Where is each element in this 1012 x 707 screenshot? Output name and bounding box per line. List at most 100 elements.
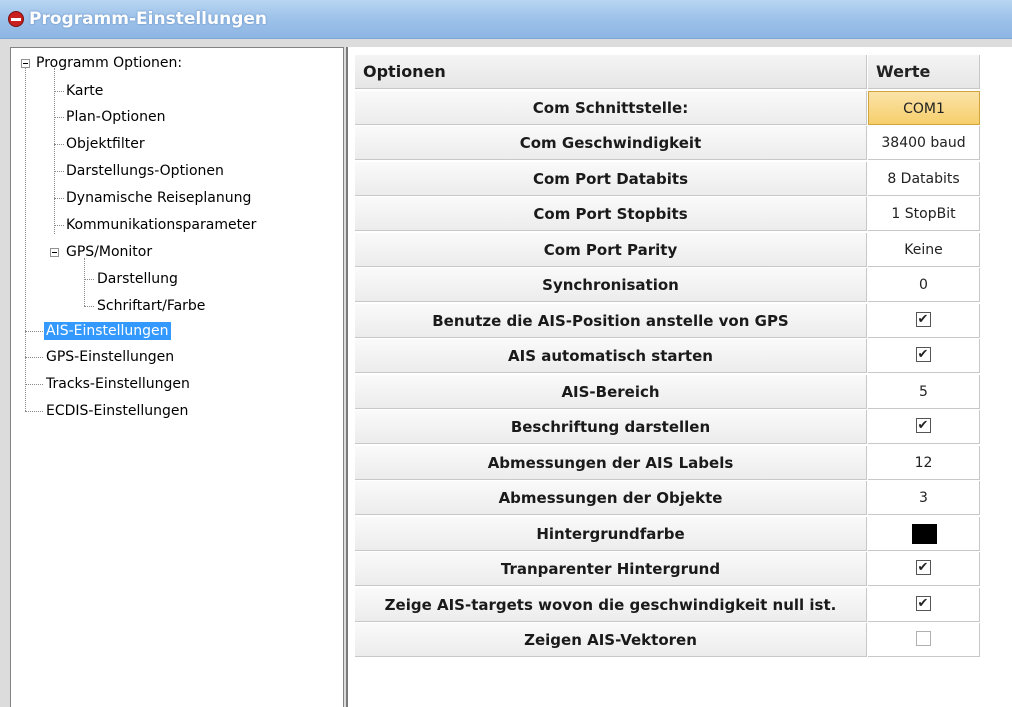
setting-row[interactable]: Benutze die AIS-Position anstelle von GP… bbox=[355, 304, 986, 339]
tree-item-gps-monitor[interactable]: GPS/Monitor bbox=[64, 241, 154, 263]
tree-item-objektfilter[interactable]: Objektfilter bbox=[64, 133, 147, 155]
setting-label: Abmessungen der AIS Labels bbox=[355, 446, 867, 480]
setting-row[interactable]: Abmessungen der AIS Labels 12 bbox=[355, 446, 986, 481]
setting-row[interactable]: Com Geschwindigkeit 38400 baud bbox=[355, 126, 986, 161]
checkbox-checked[interactable]: ✔ bbox=[915, 347, 931, 362]
setting-row[interactable]: Tranparenter Hintergrund ✔ bbox=[355, 552, 986, 587]
setting-row[interactable]: Com Port Parity Keine bbox=[355, 233, 986, 268]
tree-item-label: Darstellung bbox=[97, 271, 178, 287]
tree-line bbox=[25, 357, 43, 358]
setting-label: Com Port Stopbits bbox=[355, 197, 867, 231]
tree-item-label: Dynamische Reiseplanung bbox=[66, 190, 252, 206]
setting-row[interactable]: Beschriftung darstellen ✔ bbox=[355, 410, 986, 445]
checkbox-checked[interactable]: ✔ bbox=[915, 596, 931, 611]
checkbox-checked[interactable]: ✔ bbox=[915, 312, 931, 327]
setting-value-cell[interactable]: ✔ bbox=[868, 339, 980, 373]
header-values[interactable]: Werte bbox=[868, 55, 980, 89]
setting-value-cell[interactable]: ✔ bbox=[868, 304, 980, 338]
setting-value[interactable]: 38400 baud bbox=[868, 126, 980, 160]
setting-value[interactable]: Keine bbox=[868, 233, 980, 267]
setting-row[interactable]: Zeige AIS-targets wovon die geschwindigk… bbox=[355, 588, 986, 623]
setting-value[interactable]: 3 bbox=[868, 481, 980, 515]
setting-value-cell[interactable]: ✔ bbox=[868, 588, 980, 622]
setting-row[interactable]: Hintergrundfarbe bbox=[355, 517, 986, 552]
tree-item-label: AIS-Einstellungen bbox=[44, 322, 171, 340]
setting-value-cell[interactable]: ✔ bbox=[868, 552, 980, 586]
setting-row[interactable]: Abmessungen der Objekte 3 bbox=[355, 481, 986, 516]
tree-item-ais-einstellungen[interactable]: AIS-Einstellungen bbox=[44, 320, 171, 342]
setting-row[interactable]: AIS automatisch starten ✔ bbox=[355, 339, 986, 374]
tree-item-dynamische-reiseplanung[interactable]: Dynamische Reiseplanung bbox=[64, 187, 253, 209]
tree-item-label: Objektfilter bbox=[66, 136, 145, 152]
setting-value-cell[interactable] bbox=[868, 517, 980, 551]
window-title: Programm-Einstellungen bbox=[29, 9, 268, 29]
grid-header-row: Optionen Werte bbox=[355, 55, 986, 90]
tree-line bbox=[84, 258, 85, 306]
checkbox-checked[interactable]: ✔ bbox=[915, 418, 931, 433]
tree-item-label: Programm Optionen: bbox=[36, 55, 183, 71]
setting-value-cell[interactable] bbox=[868, 623, 980, 657]
tree-item-plan-optionen[interactable]: Plan-Optionen bbox=[64, 106, 167, 128]
setting-value[interactable]: 1 StopBit bbox=[868, 197, 980, 231]
setting-row[interactable]: Com Port Stopbits 1 StopBit bbox=[355, 197, 986, 232]
setting-value-cell[interactable]: ✔ bbox=[868, 410, 980, 444]
setting-value[interactable]: 0 bbox=[868, 268, 980, 302]
setting-row[interactable]: Com Schnittstelle: COM1 bbox=[355, 91, 986, 126]
setting-value[interactable]: COM1 bbox=[868, 91, 980, 125]
tree-item-label: GPS/Monitor bbox=[66, 244, 153, 260]
tree-item-schriftart-farbe[interactable]: Schriftart/Farbe bbox=[95, 295, 207, 317]
checkbox-checked[interactable]: ✔ bbox=[915, 560, 931, 575]
setting-label: Zeigen AIS-Vektoren bbox=[355, 623, 867, 657]
tree-line bbox=[54, 91, 64, 92]
tree-line bbox=[25, 68, 26, 411]
setting-value[interactable]: 5 bbox=[868, 375, 980, 409]
tree-item-label: GPS-Einstellungen bbox=[46, 349, 175, 365]
setting-label: Tranparenter Hintergrund bbox=[355, 552, 867, 586]
setting-row[interactable]: Com Port Databits 8 Databits bbox=[355, 162, 986, 197]
tree-line bbox=[25, 331, 43, 332]
setting-label: Abmessungen der Objekte bbox=[355, 481, 867, 515]
color-swatch[interactable] bbox=[911, 524, 937, 544]
tree-line bbox=[54, 198, 64, 199]
collapse-icon[interactable] bbox=[50, 248, 59, 257]
tree-line bbox=[54, 68, 55, 234]
setting-label: Com Port Databits bbox=[355, 162, 867, 196]
tree-item-gps-einstellungen[interactable]: GPS-Einstellungen bbox=[44, 346, 176, 368]
tree-item-label: ECDIS-Einstellungen bbox=[46, 403, 189, 419]
setting-label: Com Schnittstelle: bbox=[355, 91, 867, 125]
tree-item-label: Schriftart/Farbe bbox=[97, 298, 206, 314]
tree-line bbox=[54, 171, 64, 172]
tree-line bbox=[25, 411, 43, 412]
tree-item-label: Karte bbox=[66, 83, 104, 99]
tree-item-label: Plan-Optionen bbox=[66, 109, 166, 125]
setting-label: Zeige AIS-targets wovon die geschwindigk… bbox=[355, 588, 867, 622]
tree-line bbox=[54, 225, 64, 226]
options-tree: Programm Optionen: Karte Plan-Optionen O… bbox=[10, 47, 344, 707]
tree-item-tracks-einstellungen[interactable]: Tracks-Einstellungen bbox=[44, 373, 192, 395]
setting-row[interactable]: Zeigen AIS-Vektoren bbox=[355, 623, 986, 658]
tree-item-darstellung[interactable]: Darstellung bbox=[95, 268, 180, 290]
tree-item-label: Darstellungs-Optionen bbox=[66, 163, 224, 179]
setting-label: Hintergrundfarbe bbox=[355, 517, 867, 551]
setting-label: AIS automatisch starten bbox=[355, 339, 867, 373]
setting-label: Beschriftung darstellen bbox=[355, 410, 867, 444]
tree-item-label: Tracks-Einstellungen bbox=[46, 376, 190, 392]
tree-item-kommunikationsparameter[interactable]: Kommunikationsparameter bbox=[64, 214, 258, 236]
setting-label: Synchronisation bbox=[355, 268, 867, 302]
setting-value[interactable]: 12 bbox=[868, 446, 980, 480]
header-options[interactable]: Optionen bbox=[355, 55, 867, 89]
tree-item-karte[interactable]: Karte bbox=[64, 80, 105, 102]
collapse-icon[interactable] bbox=[21, 59, 30, 68]
title-bar: Programm-Einstellungen bbox=[0, 0, 1012, 39]
setting-row[interactable]: Synchronisation 0 bbox=[355, 268, 986, 303]
tree-item-ecdis-einstellungen[interactable]: ECDIS-Einstellungen bbox=[44, 400, 190, 422]
tree-line bbox=[54, 144, 64, 145]
app-icon bbox=[8, 11, 24, 27]
tree-line bbox=[54, 117, 64, 118]
checkbox-unchecked[interactable] bbox=[915, 631, 931, 646]
setting-value[interactable]: 8 Databits bbox=[868, 162, 980, 196]
tree-item-darstellungs-optionen[interactable]: Darstellungs-Optionen bbox=[64, 160, 226, 182]
setting-row[interactable]: AIS-Bereich 5 bbox=[355, 375, 986, 410]
setting-label: Com Port Parity bbox=[355, 233, 867, 267]
tree-item-programm-optionen[interactable]: Programm Optionen: bbox=[34, 52, 184, 74]
